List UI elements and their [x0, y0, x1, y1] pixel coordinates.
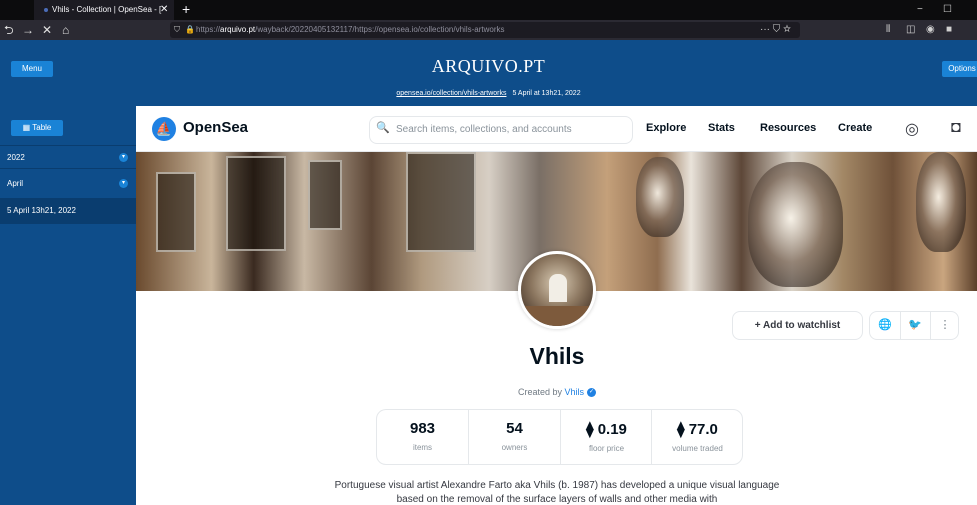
collection-description: Portuguese visual artist Alexandre Farto…: [334, 480, 780, 505]
nav-stats[interactable]: Stats: [708, 122, 735, 134]
search-input[interactable]: Search items, collections, and accounts: [369, 116, 633, 144]
page-actions-icon[interactable]: ··· ⛉ ☆: [760, 20, 791, 40]
extension-icon[interactable]: ◉: [926, 20, 935, 40]
twitter-icon[interactable]: 🐦: [900, 312, 930, 339]
collection-title: Vhils: [529, 343, 585, 369]
minimize-icon[interactable]: −: [917, 0, 923, 20]
stat-value: ⧫ 77.0: [677, 421, 718, 438]
browser-tab-bar: Vhils - Collection | OpenSea - [ ✕ + − ☐: [0, 0, 977, 20]
verified-badge-icon: ✓: [587, 388, 597, 398]
banner-artwork: [406, 152, 476, 252]
globe-icon[interactable]: 🌐: [870, 312, 900, 339]
social-links-group: 🌐 🐦 ⋮: [869, 311, 959, 340]
url-bar[interactable]: ⛉ 🔒 https://arquivo.pt/wayback/202204051…: [170, 22, 800, 38]
browser-nav-bar: ⮌ → ✕ ⌂ ⛉ 🔒 https://arquivo.pt/wayback/2…: [0, 20, 977, 40]
more-options-icon[interactable]: ⋮: [930, 312, 960, 339]
tab-close-icon[interactable]: ✕: [160, 0, 168, 20]
url-prefix: https://: [196, 25, 221, 34]
nav-explore[interactable]: Explore: [646, 122, 686, 134]
selected-version-label: 5 April 13h21, 2022: [7, 206, 76, 215]
stat-items[interactable]: 983 items: [377, 410, 468, 464]
opensea-brand[interactable]: OpenSea: [183, 119, 248, 136]
sidebar-divider: [0, 145, 136, 146]
add-to-watchlist-button[interactable]: + Add to watchlist: [732, 311, 863, 340]
account-icon[interactable]: ◎: [905, 119, 919, 139]
collection-avatar: [518, 251, 596, 329]
banner-artwork: [226, 156, 286, 251]
stat-label: items: [412, 443, 433, 452]
banner-portrait: [748, 162, 843, 287]
stat-value: 54: [506, 420, 523, 437]
sidebar-toggle-icon[interactable]: ◫: [906, 20, 915, 40]
creator-link[interactable]: Vhils: [565, 387, 585, 397]
collection-stats: 983 items 54 owners ⧫ 0.19 floor price ⧫…: [376, 409, 743, 465]
back-icon[interactable]: ⮌: [4, 20, 14, 40]
archived-info: opensea.io/collection/vhils-artworks 5 Ap…: [0, 90, 977, 97]
banner-artwork: [308, 160, 342, 230]
stat-volume-traded[interactable]: ⧫ 77.0 volume traded: [652, 410, 743, 464]
stat-label: owners: [501, 443, 528, 452]
month-selector[interactable]: April ▾: [0, 173, 136, 194]
url-domain: arquivo.pt: [220, 25, 256, 34]
year-selector[interactable]: 2022 ▾: [0, 147, 136, 168]
nav-create[interactable]: Create: [838, 122, 872, 134]
chevron-down-icon: ▾: [119, 179, 128, 188]
opensea-logo-icon[interactable]: ⛵: [152, 117, 176, 141]
shield-icon: ⛉: [174, 25, 180, 34]
sidebar-divider: [0, 168, 136, 169]
banner-portrait: [636, 157, 684, 237]
nav-resources[interactable]: Resources: [760, 122, 816, 134]
stat-owners[interactable]: 54 owners: [469, 410, 560, 464]
library-icon[interactable]: ⫴: [886, 20, 890, 40]
wallet-icon[interactable]: ◘: [951, 119, 961, 137]
new-tab-button[interactable]: +: [182, 0, 190, 19]
stat-label: floor price: [588, 444, 625, 453]
stat-floor-price[interactable]: ⧫ 0.19 floor price: [561, 410, 652, 464]
stat-value: ⧫ 0.19: [586, 421, 627, 438]
profile-icon[interactable]: ■: [946, 20, 952, 40]
selected-version[interactable]: 5 April 13h21, 2022: [0, 198, 136, 224]
tab-loading-icon: [44, 7, 48, 12]
archived-date: 5 April at 13h21, 2022: [512, 90, 581, 97]
month-label: April: [7, 179, 24, 188]
arquivo-logo[interactable]: ARQUIVO.PT: [0, 56, 977, 77]
browser-tab[interactable]: Vhils - Collection | OpenSea - [: [34, 0, 174, 20]
home-icon[interactable]: ⌂: [62, 20, 69, 40]
stat-value: 983: [409, 420, 436, 437]
table-view-button[interactable]: ▦ Table: [11, 120, 63, 136]
avatar-detail: [521, 306, 593, 326]
created-by-label: Created by: [517, 387, 562, 397]
lock-icon: 🔒: [185, 25, 195, 34]
forward-icon[interactable]: →: [22, 20, 34, 40]
banner-artwork: [156, 172, 196, 252]
avatar-detail: [549, 274, 567, 302]
maximize-icon[interactable]: ☐: [943, 0, 952, 20]
year-label: 2022: [7, 153, 25, 162]
created-by: Created by Vhils ✓: [0, 387, 977, 398]
tab-title: Vhils - Collection | OpenSea - [: [52, 5, 162, 14]
url-path: /wayback/20220405132117/https://opensea.…: [255, 25, 505, 34]
archived-url-link[interactable]: opensea.io/collection/vhils-artworks: [396, 90, 506, 97]
chevron-down-icon: ▾: [119, 153, 128, 162]
stop-icon[interactable]: ✕: [42, 20, 52, 40]
banner-portrait: [916, 152, 966, 252]
stat-label: volume traded: [672, 444, 723, 453]
